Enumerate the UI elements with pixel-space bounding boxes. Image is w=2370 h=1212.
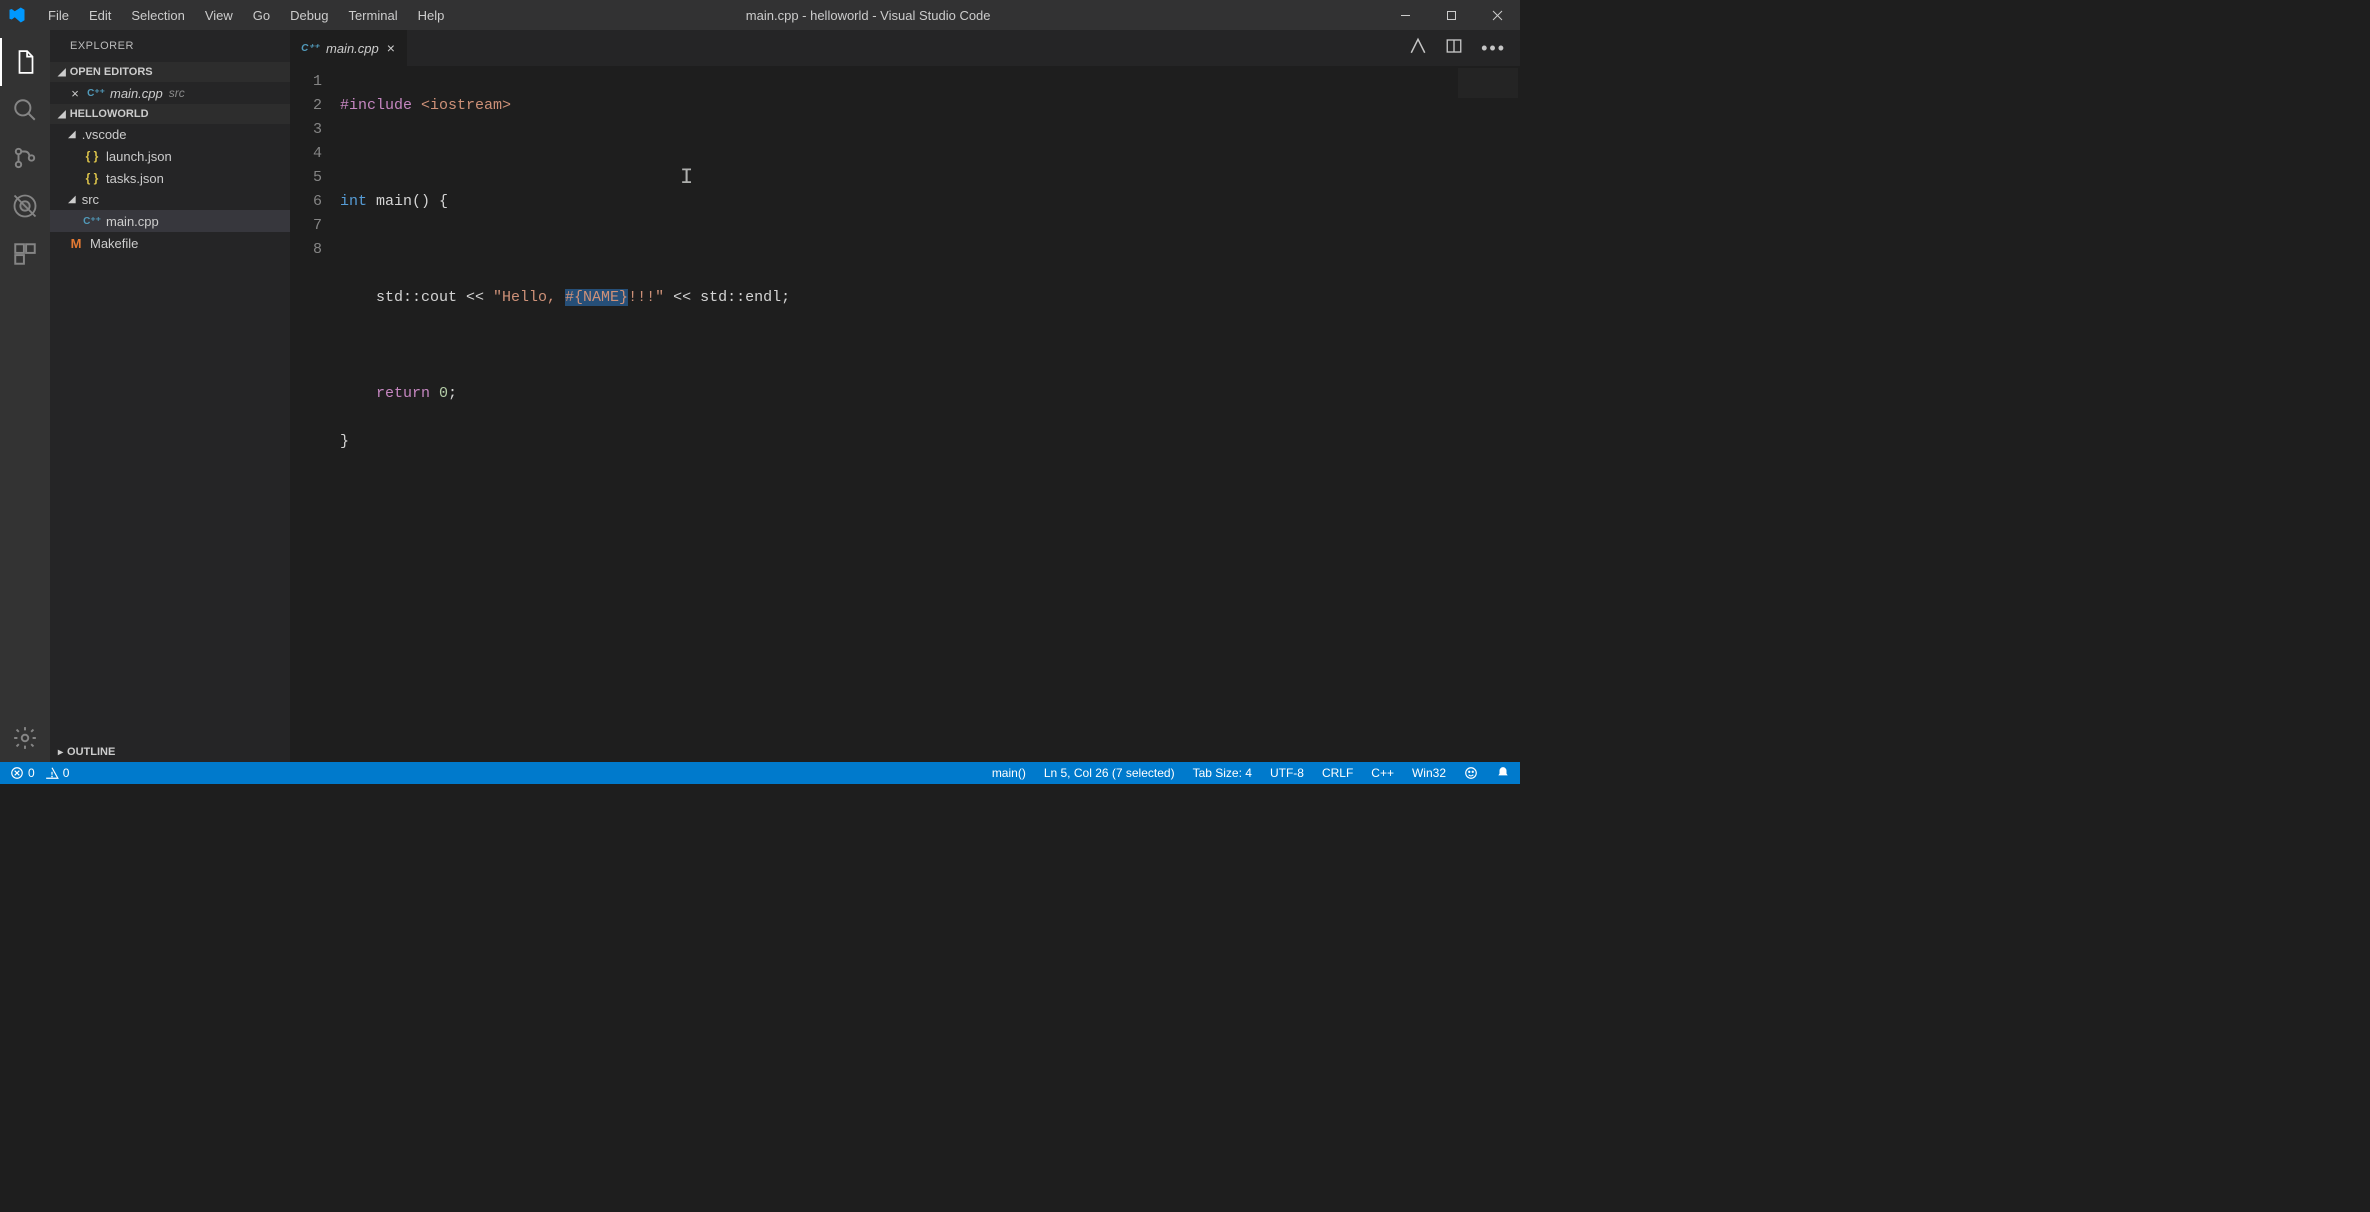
line-number: 4 (290, 142, 322, 166)
code-content[interactable]: #include <iostream> int main() { std::co… (340, 66, 790, 762)
minimize-button[interactable] (1382, 0, 1428, 30)
activity-source-control[interactable] (0, 134, 50, 182)
status-warnings[interactable]: 0 (45, 766, 70, 780)
menu-view[interactable]: View (195, 0, 243, 30)
section-open-editors[interactable]: ◢ OPEN EDITORS (50, 62, 290, 82)
open-editor-item[interactable]: × C⁺⁺ main.cpp src (50, 82, 290, 104)
activity-debug[interactable] (0, 182, 50, 230)
cpp-file-icon: C⁺⁺ (88, 85, 104, 101)
feedback-icon[interactable] (1464, 766, 1478, 780)
makefile-icon: M (68, 235, 84, 251)
tree-file-makefile[interactable]: M Makefile (50, 232, 290, 254)
sidebar-title: EXPLORER (50, 30, 290, 62)
chevron-down-icon: ◢ (68, 129, 76, 140)
chevron-right-icon: ▸ (58, 747, 63, 758)
window-title: main.cpp - helloworld - Visual Studio Co… (354, 8, 1382, 23)
json-file-icon: { } (84, 148, 100, 164)
menu-selection[interactable]: Selection (121, 0, 194, 30)
editor-area: C⁺⁺ main.cpp × ••• 1 2 3 4 5 6 7 8 (290, 30, 1520, 762)
line-number: 6 (290, 190, 322, 214)
section-outline[interactable]: ▸ OUTLINE (50, 742, 290, 762)
main-area: EXPLORER ◢ OPEN EDITORS × C⁺⁺ main.cpp s… (0, 30, 1520, 762)
outline-label: OUTLINE (67, 746, 115, 758)
close-icon[interactable]: × (68, 86, 82, 101)
activity-settings[interactable] (0, 714, 50, 762)
line-number-gutter: 1 2 3 4 5 6 7 8 (290, 66, 340, 762)
status-language[interactable]: C++ (1371, 766, 1394, 780)
status-tab-size[interactable]: Tab Size: 4 (1193, 766, 1252, 780)
error-count: 0 (28, 766, 35, 780)
minimap[interactable] (1458, 68, 1518, 98)
status-platform[interactable]: Win32 (1412, 766, 1446, 780)
editor-body[interactable]: 1 2 3 4 5 6 7 8 #include <iostream> int … (290, 66, 1520, 762)
chevron-down-icon: ◢ (68, 194, 76, 205)
menu-go[interactable]: Go (243, 0, 280, 30)
tab-main-cpp[interactable]: C⁺⁺ main.cpp × (290, 30, 408, 66)
tree-label: main.cpp (106, 214, 159, 229)
chevron-down-icon: ◢ (58, 109, 66, 120)
json-file-icon: { } (84, 170, 100, 186)
editor-tabs: C⁺⁺ main.cpp × ••• (290, 30, 1520, 66)
activity-extensions[interactable] (0, 230, 50, 278)
tree-label: src (82, 192, 99, 207)
status-cursor-position[interactable]: Ln 5, Col 26 (7 selected) (1044, 766, 1175, 780)
maximize-button[interactable] (1428, 0, 1474, 30)
status-eol[interactable]: CRLF (1322, 766, 1353, 780)
build-icon[interactable] (1409, 37, 1427, 60)
open-editor-filename: main.cpp (110, 86, 163, 101)
tree-label: tasks.json (106, 171, 164, 186)
section-workspace[interactable]: ◢ HELLOWORLD (50, 104, 290, 124)
tab-label: main.cpp (326, 41, 379, 56)
editor-actions: ••• (1409, 30, 1520, 66)
line-number: 1 (290, 70, 322, 94)
tree-file-launch-json[interactable]: { } launch.json (50, 145, 290, 167)
cpp-file-icon: C⁺⁺ (302, 40, 318, 56)
explorer-sidebar: EXPLORER ◢ OPEN EDITORS × C⁺⁺ main.cpp s… (50, 30, 290, 762)
workspace-label: HELLOWORLD (70, 108, 149, 120)
tree-file-main-cpp[interactable]: C⁺⁺ main.cpp (50, 210, 290, 232)
more-actions-icon[interactable]: ••• (1481, 38, 1506, 59)
activity-explorer[interactable] (0, 38, 50, 86)
line-number: 7 (290, 214, 322, 238)
open-editor-dir: src (169, 86, 185, 100)
status-bar: 0 0 main() Ln 5, Col 26 (7 selected) Tab… (0, 762, 1520, 784)
cpp-file-icon: C⁺⁺ (84, 213, 100, 229)
line-number: 2 (290, 94, 322, 118)
status-encoding[interactable]: UTF-8 (1270, 766, 1304, 780)
activity-bar (0, 30, 50, 762)
status-errors[interactable]: 0 (10, 766, 35, 780)
menu-debug[interactable]: Debug (280, 0, 338, 30)
close-window-button[interactable] (1474, 0, 1520, 30)
menu-edit[interactable]: Edit (79, 0, 121, 30)
status-context[interactable]: main() (992, 766, 1026, 780)
window-controls (1382, 0, 1520, 30)
tree-folder-src[interactable]: ◢ src (50, 189, 290, 210)
open-editors-label: OPEN EDITORS (70, 66, 153, 78)
chevron-down-icon: ◢ (58, 67, 66, 78)
tree-label: launch.json (106, 149, 172, 164)
notifications-icon[interactable] (1496, 766, 1510, 780)
close-tab-icon[interactable]: × (387, 40, 395, 56)
tree-label: Makefile (90, 236, 138, 251)
tree-folder-vscode[interactable]: ◢ .vscode (50, 124, 290, 145)
text-cursor-icon: I (680, 166, 693, 190)
tree-label: .vscode (82, 127, 127, 142)
menu-file[interactable]: File (38, 0, 79, 30)
warning-count: 0 (63, 766, 70, 780)
tree-file-tasks-json[interactable]: { } tasks.json (50, 167, 290, 189)
line-number: 8 (290, 238, 322, 262)
split-editor-icon[interactable] (1445, 37, 1463, 60)
titlebar: File Edit Selection View Go Debug Termin… (0, 0, 1520, 30)
line-number: 5 (290, 166, 322, 190)
activity-search[interactable] (0, 86, 50, 134)
selected-text: #{NAME} (565, 289, 628, 306)
line-number: 3 (290, 118, 322, 142)
vscode-logo-icon (8, 6, 26, 24)
